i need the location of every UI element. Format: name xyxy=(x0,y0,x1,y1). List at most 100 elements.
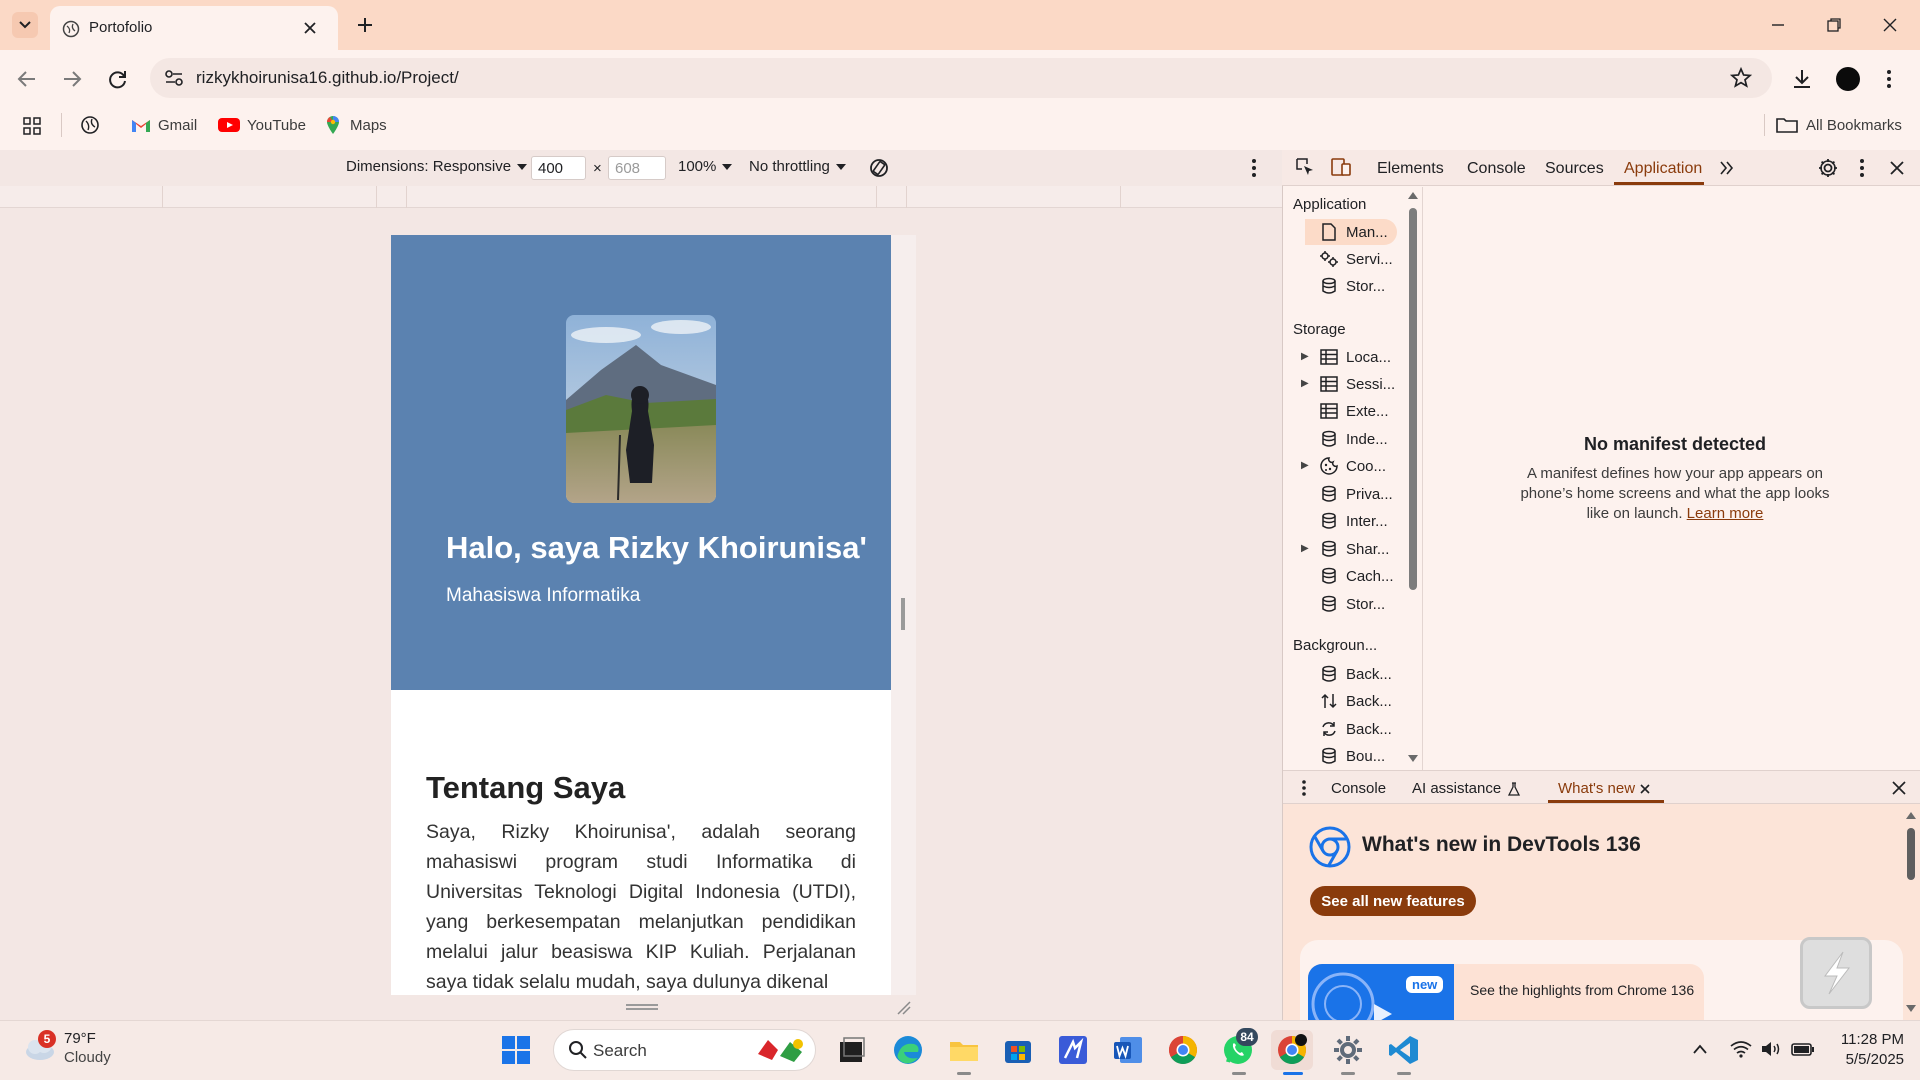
devtools-more-icon[interactable] xyxy=(1858,157,1866,179)
drawer-tab-console[interactable]: Console xyxy=(1331,780,1386,797)
sidebar-scrollbar-thumb[interactable] xyxy=(1409,208,1417,590)
sidebar-item-cookies[interactable]: Coo... xyxy=(1318,453,1386,479)
expand-triangle-icon[interactable]: ▶ xyxy=(1301,543,1311,554)
inspect-element-icon[interactable] xyxy=(1295,157,1315,177)
sidebar-item-shared-storage[interactable]: Shar... xyxy=(1318,536,1389,562)
sidebar-item-background-sync[interactable]: Back... xyxy=(1318,716,1392,742)
sidebar-item-interest-groups[interactable]: Inter... xyxy=(1318,508,1388,534)
bookmark-star-icon[interactable] xyxy=(1730,67,1752,89)
width-input[interactable]: 400 xyxy=(531,156,586,180)
chrome-profile-icon xyxy=(1278,1034,1307,1064)
sidebar-item-back-forward-cache[interactable]: Back... xyxy=(1318,661,1392,687)
chevron-up-icon[interactable] xyxy=(1692,1043,1708,1055)
expand-triangle-icon[interactable]: ▶ xyxy=(1301,460,1311,471)
task-view-icon[interactable] xyxy=(836,1034,868,1066)
scroll-up-arrow-icon[interactable] xyxy=(1407,190,1419,200)
microsoft-store-icon[interactable] xyxy=(1002,1034,1034,1066)
resize-corner-icon[interactable] xyxy=(896,1000,912,1016)
resize-handle-right[interactable] xyxy=(901,598,905,630)
download-icon[interactable] xyxy=(1790,67,1814,91)
volume-icon[interactable] xyxy=(1760,1040,1782,1058)
whatsapp-button[interactable]: 84 xyxy=(1222,1028,1258,1066)
drawer-tab-ai-assistance[interactable]: AI assistance xyxy=(1412,780,1521,797)
bookmark-gmail[interactable]: Gmail xyxy=(131,114,197,136)
tab-console[interactable]: Console xyxy=(1467,160,1526,178)
word-icon[interactable] xyxy=(1112,1034,1144,1066)
throttling-select[interactable]: No throttling xyxy=(749,158,846,175)
sidebar-item-background-fetch[interactable]: Back... xyxy=(1318,688,1392,714)
height-input[interactable]: 608 xyxy=(608,156,666,180)
more-vert-icon[interactable] xyxy=(1884,67,1894,91)
drawer-close-icon[interactable] xyxy=(1891,780,1907,796)
battery-icon[interactable] xyxy=(1790,1040,1816,1058)
bookmark-youtube[interactable]: YouTube xyxy=(218,114,306,136)
address-bar[interactable]: rizkykhoirunisa16.github.io/Project/ xyxy=(150,58,1772,98)
drawer-scrollbar-thumb[interactable] xyxy=(1907,828,1915,880)
device-more-icon[interactable] xyxy=(1250,157,1258,179)
sidebar-item-session-storage[interactable]: Sessi... xyxy=(1318,371,1395,397)
media-query-ruler[interactable] xyxy=(0,186,1282,208)
rotate-icon[interactable] xyxy=(867,156,891,180)
sidebar-item-storage[interactable]: Stor... xyxy=(1318,273,1385,299)
sidebar-item-cache-storage[interactable]: Cach... xyxy=(1318,563,1394,589)
weather-widget[interactable]: 5 79°F Cloudy xyxy=(20,1030,111,1066)
edge-icon[interactable] xyxy=(892,1034,924,1066)
sidebar-item-local-storage[interactable]: Loca... xyxy=(1318,344,1391,370)
drawer-scroll-down-icon[interactable] xyxy=(1905,1004,1917,1014)
tab-portofolio[interactable]: Portofolio xyxy=(50,6,338,50)
see-all-features-button[interactable]: See all new features xyxy=(1310,886,1476,916)
all-bookmarks-button[interactable]: All Bookmarks xyxy=(1776,114,1902,136)
site-info-icon[interactable] xyxy=(164,69,184,87)
sidebar-item-storage-buckets[interactable]: Stor... xyxy=(1318,591,1385,617)
tab-sources[interactable]: Sources xyxy=(1545,160,1604,178)
device-toggle-icon[interactable] xyxy=(1330,157,1352,177)
apps-grid-icon[interactable] xyxy=(22,116,42,136)
floating-app-icon[interactable] xyxy=(1800,937,1872,1009)
expand-triangle-icon[interactable]: ▶ xyxy=(1301,351,1311,362)
zoom-select[interactable]: 100% xyxy=(678,158,733,175)
highlight-card[interactable]: new See the highlights from Chrome 136 xyxy=(1308,964,1704,1020)
back-arrow-icon[interactable] xyxy=(15,68,39,90)
sidebar-item-bounce-tracking[interactable]: Bou... xyxy=(1318,743,1385,769)
sidebar-item-indexeddb[interactable]: Inde... xyxy=(1318,426,1388,452)
clock[interactable]: 11:28 PM 5/5/2025 xyxy=(1834,1031,1904,1068)
forward-arrow-icon[interactable] xyxy=(60,68,84,90)
settings-icon[interactable] xyxy=(1332,1034,1364,1066)
learn-more-link[interactable]: Learn more xyxy=(1687,505,1764,522)
minimize-icon[interactable] xyxy=(1768,15,1788,35)
scroll-down-arrow-icon[interactable] xyxy=(1407,754,1419,764)
sidebar-item-private-state-tokens[interactable]: Priva... xyxy=(1318,481,1393,507)
drawer-more-icon[interactable] xyxy=(1300,779,1308,797)
sidebar-item-service-workers[interactable]: Servi... xyxy=(1318,246,1393,272)
profile-avatar[interactable] xyxy=(1836,67,1860,91)
visual-studio-icon[interactable] xyxy=(1057,1034,1089,1066)
sidebar-item-extension-storage[interactable]: Exte... xyxy=(1318,398,1389,424)
chrome-icon[interactable] xyxy=(1167,1034,1199,1066)
drawer-tab-whats-new[interactable]: What's new xyxy=(1558,780,1651,797)
resize-handle-bottom[interactable] xyxy=(626,1004,658,1010)
reload-icon[interactable] xyxy=(106,68,130,90)
more-tabs-icon[interactable] xyxy=(1718,159,1736,177)
close-icon[interactable] xyxy=(1639,783,1651,795)
restore-icon[interactable] xyxy=(1824,15,1844,35)
devtools-close-icon[interactable] xyxy=(1888,159,1906,177)
wifi-icon[interactable] xyxy=(1730,1040,1752,1058)
tab-application[interactable]: Application xyxy=(1624,160,1702,178)
vscode-icon[interactable] xyxy=(1388,1034,1420,1066)
globe-bookmark-icon[interactable] xyxy=(80,115,100,135)
new-tab-icon[interactable] xyxy=(355,15,375,35)
expand-triangle-icon[interactable]: ▶ xyxy=(1301,378,1311,389)
taskbar-search[interactable]: Search xyxy=(553,1029,816,1071)
drawer-scroll-up-icon[interactable] xyxy=(1905,810,1917,820)
tab-elements[interactable]: Elements xyxy=(1377,160,1444,178)
window-close-icon[interactable] xyxy=(1880,15,1900,35)
tab-search-button[interactable] xyxy=(12,12,38,38)
dimensions-select[interactable]: Dimensions: Responsive xyxy=(346,158,528,175)
file-explorer-icon[interactable] xyxy=(948,1034,980,1066)
bookmark-maps[interactable]: Maps xyxy=(325,114,387,136)
sidebar-item-manifest[interactable]: Man... xyxy=(1318,219,1388,245)
windows-start-icon[interactable] xyxy=(500,1034,532,1066)
close-icon[interactable] xyxy=(303,21,317,35)
chrome-active-tile[interactable] xyxy=(1271,1030,1313,1070)
settings-gear-icon[interactable] xyxy=(1817,157,1839,179)
